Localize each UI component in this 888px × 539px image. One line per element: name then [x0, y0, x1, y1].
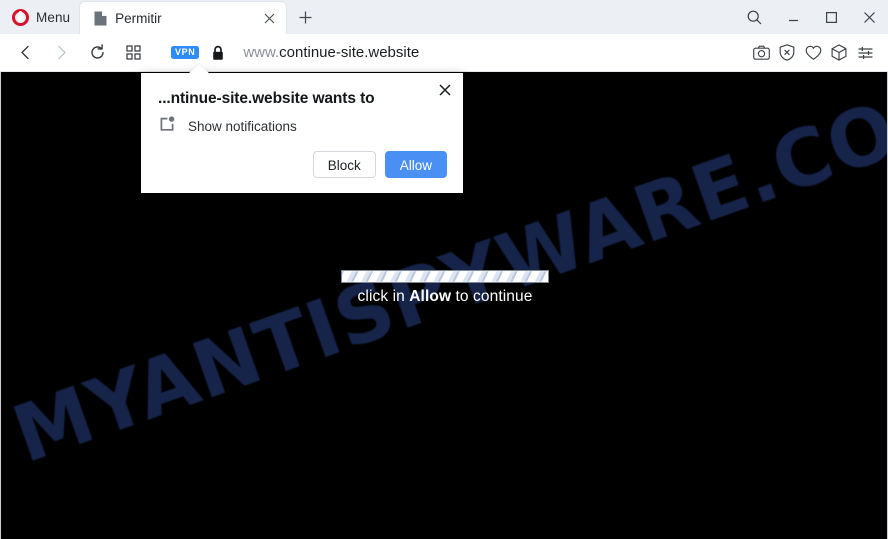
search-icon[interactable] [734, 1, 774, 33]
url-domain: continue-site.website [279, 44, 420, 61]
url-scheme: www. [243, 44, 280, 61]
minimize-button[interactable] [774, 1, 812, 33]
url-text[interactable]: www.continue-site.website [243, 44, 419, 61]
tab-close-icon[interactable] [258, 7, 280, 29]
opera-logo-icon [12, 8, 29, 26]
heart-icon[interactable] [800, 38, 826, 68]
loading-progress-bar [341, 270, 549, 283]
page-icon [94, 11, 107, 26]
navigation-toolbar: VPN www.continue-site.website [0, 34, 888, 72]
close-window-button[interactable] [850, 1, 888, 33]
back-arrow-icon[interactable] [9, 37, 41, 69]
ad-blocker-shield-icon[interactable] [774, 38, 800, 68]
notification-permission-dialog: ...ntinue-site.website wants to Show not… [141, 73, 463, 193]
new-tab-button[interactable] [290, 2, 320, 32]
easy-setup-sliders-icon[interactable] [852, 38, 878, 68]
opera-menu-button[interactable]: Menu [0, 0, 80, 34]
instruction-suffix: to continue [451, 288, 533, 305]
maximize-button[interactable] [812, 1, 850, 33]
grid-icon[interactable] [117, 37, 149, 69]
cube-icon[interactable] [826, 38, 852, 68]
tab-title: Permitir [115, 10, 162, 26]
forward-arrow-icon [45, 37, 77, 69]
instruction-text: click in Allow to continue [1, 288, 887, 306]
permission-row: Show notifications [159, 115, 297, 137]
instruction-prefix: click in [357, 288, 410, 305]
permission-dialog-title: ...ntinue-site.website wants to [158, 90, 375, 107]
toolbar-right-icons [748, 38, 878, 68]
instruction-emphasis: Allow [409, 288, 452, 305]
permission-dialog-close-icon[interactable] [435, 80, 455, 100]
permission-dialog-actions: Block Allow [312, 151, 447, 178]
padlock-icon[interactable] [211, 45, 225, 61]
notification-bell-icon [159, 115, 176, 137]
menu-button-label: Menu [36, 9, 71, 25]
reload-icon[interactable] [81, 37, 113, 69]
permission-label: Show notifications [188, 118, 297, 134]
center-content: click in Allow to continue [1, 270, 887, 306]
browser-tab[interactable]: Permitir [80, 2, 287, 34]
window-controls [734, 0, 888, 34]
browser-window: Menu Permitir VPN www.continue-site.webs… [0, 0, 888, 539]
tab-strip: Menu Permitir [0, 0, 888, 34]
block-button[interactable]: Block [312, 151, 376, 178]
vpn-badge[interactable]: VPN [171, 45, 200, 60]
address-bar[interactable]: VPN www.continue-site.website [171, 37, 748, 69]
snapshot-camera-icon[interactable] [748, 38, 774, 68]
permission-dialog-pointer [188, 64, 210, 74]
allow-button[interactable]: Allow [384, 151, 447, 178]
